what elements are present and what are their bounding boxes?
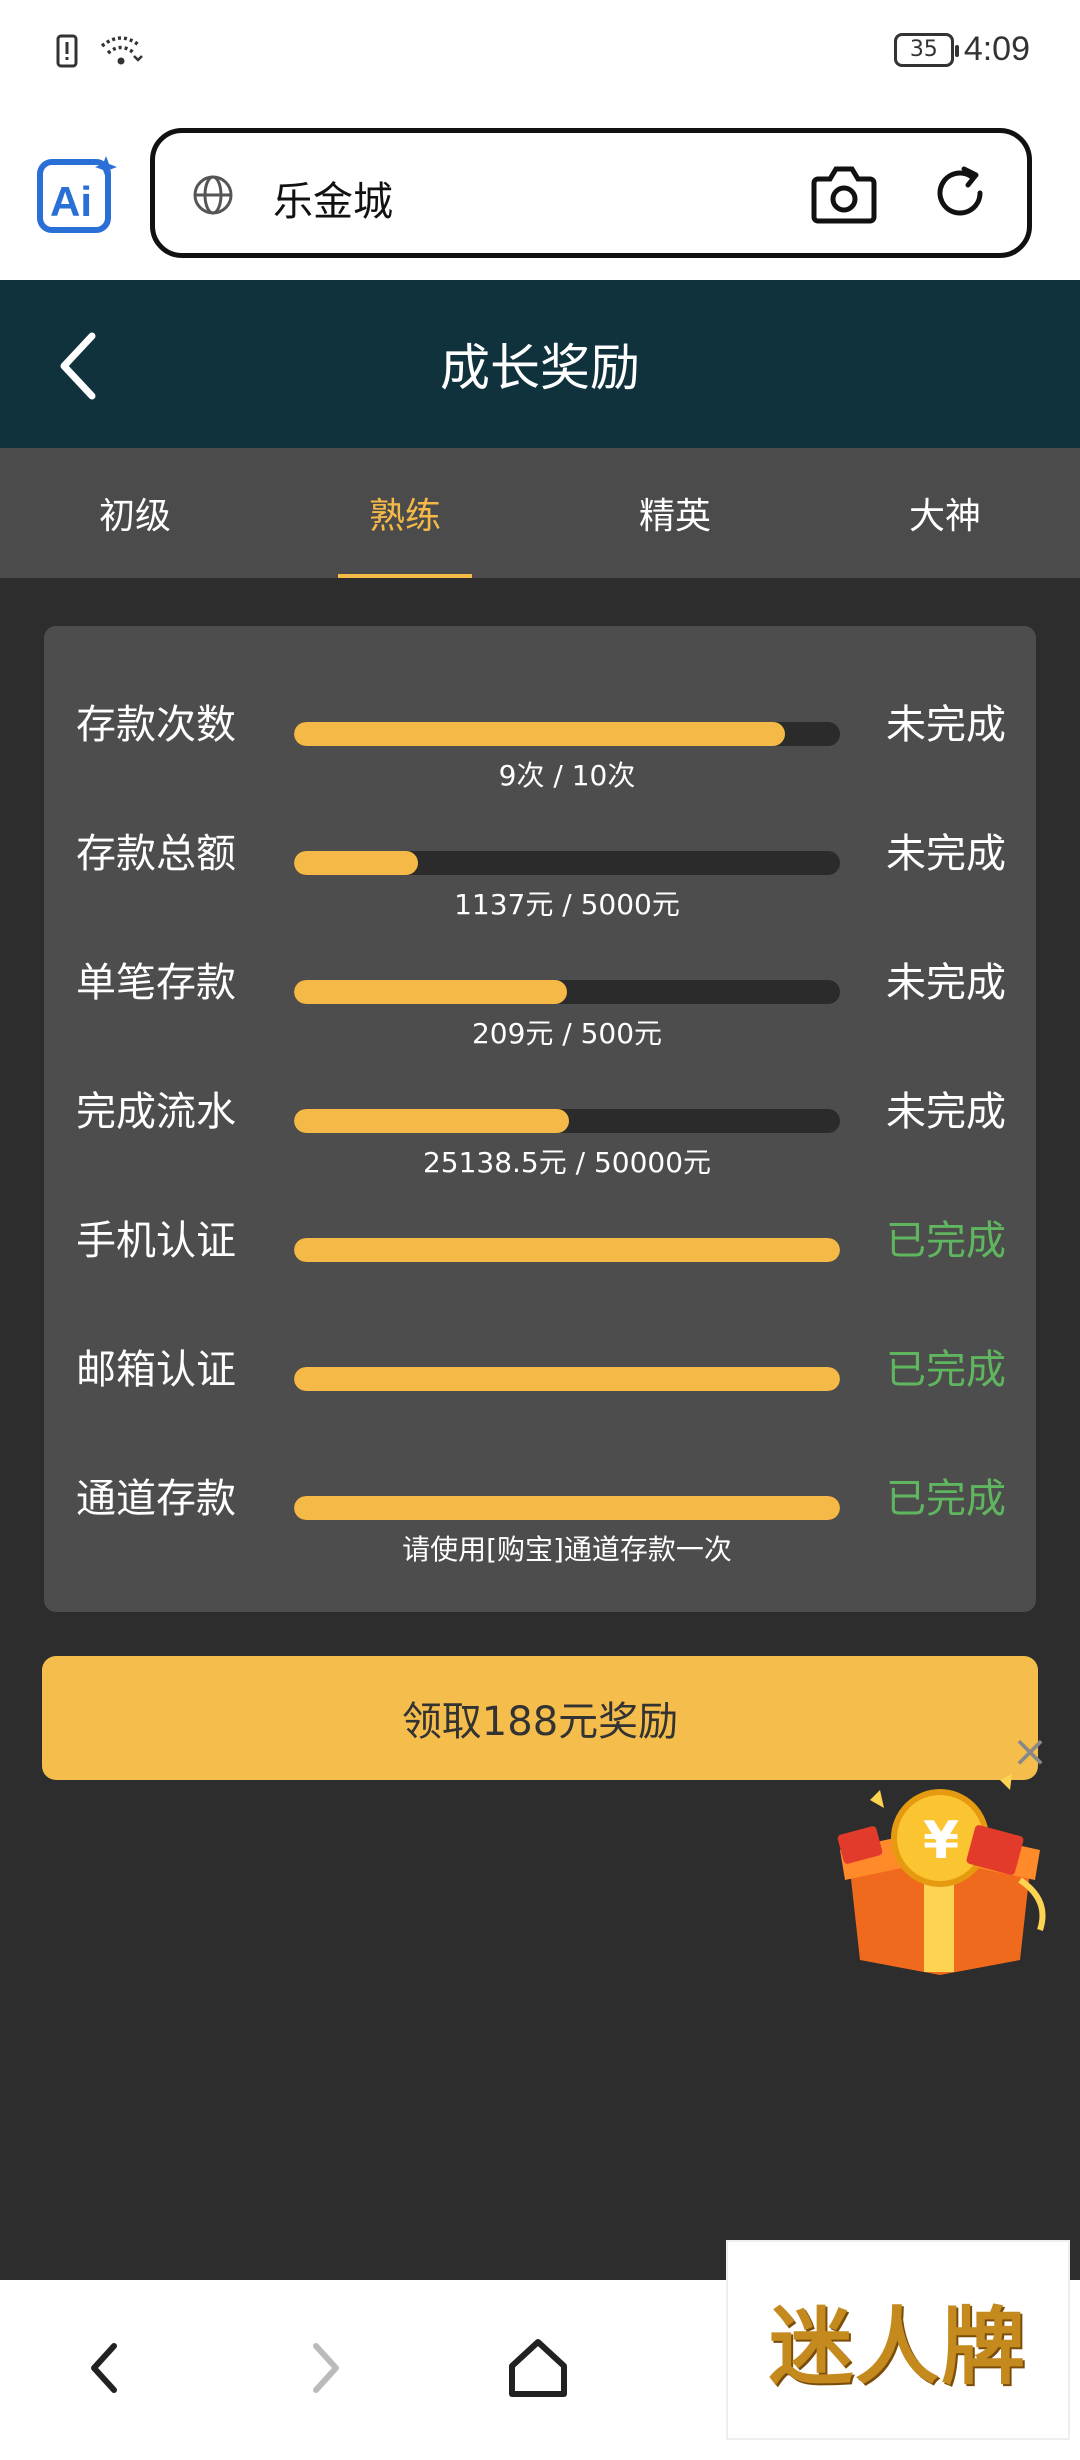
browser-toolbar: Ai 乐金城 bbox=[0, 110, 1080, 280]
camera-icon[interactable] bbox=[810, 163, 878, 225]
status-icons-right: 35 4:09 bbox=[893, 30, 1030, 69]
ad-logo-text: 迷人牌 bbox=[768, 2296, 1027, 2396]
page-title: 成长奖励 bbox=[440, 339, 640, 397]
progress-fill bbox=[294, 1109, 569, 1133]
task-row: 手机认证 已完成 bbox=[44, 1208, 1036, 1328]
progress-bar bbox=[294, 1238, 840, 1262]
level-tabs: 初级 熟练 精英 大神 bbox=[0, 448, 1080, 578]
progress-fill bbox=[294, 1367, 840, 1391]
task-detail: 1137元 / 5000元 bbox=[454, 888, 680, 921]
task-row: 完成流水 未完成 25138.5元 / 50000元 bbox=[44, 1079, 1036, 1199]
task-label: 通道存款 bbox=[76, 1476, 236, 1522]
task-detail: 9次 / 10次 bbox=[498, 759, 636, 792]
battery-icon: 35 bbox=[893, 32, 959, 67]
ad-badge[interactable]: 迷人牌 bbox=[726, 2240, 1070, 2440]
tab-beginner[interactable]: 初级 bbox=[0, 448, 270, 578]
svg-text:Ai: Ai bbox=[50, 178, 92, 225]
status-icons-left bbox=[56, 34, 144, 68]
task-label: 存款总额 bbox=[76, 831, 236, 877]
progress-bar bbox=[294, 851, 840, 875]
nav-forward-icon[interactable] bbox=[306, 2340, 346, 2396]
url-text[interactable]: 乐金城 bbox=[273, 169, 393, 227]
task-row: 存款总额 未完成 1137元 / 5000元 bbox=[44, 821, 1036, 941]
progress-bar bbox=[294, 1367, 840, 1391]
nav-back-icon[interactable] bbox=[84, 2340, 124, 2396]
svg-text:¥: ¥ bbox=[923, 1811, 959, 1871]
task-detail: 请使用[购宝]通道存款一次 bbox=[402, 1533, 732, 1566]
wifi-icon bbox=[100, 36, 143, 65]
tab-skilled[interactable]: 熟练 bbox=[270, 448, 540, 578]
task-row: 通道存款 已完成 请使用[购宝]通道存款一次 bbox=[44, 1466, 1036, 1586]
address-bar[interactable]: 乐金城 bbox=[150, 128, 1032, 258]
progress-fill bbox=[294, 851, 418, 875]
status-bar: 35 4:09 bbox=[0, 0, 1080, 110]
globe-icon bbox=[193, 175, 233, 215]
progress-bar bbox=[294, 1109, 840, 1133]
alert-icon bbox=[56, 34, 78, 68]
tab-master[interactable]: 大神 bbox=[810, 448, 1080, 578]
battery-level: 35 bbox=[909, 37, 938, 62]
task-status: 未完成 bbox=[886, 702, 1006, 748]
task-label: 单笔存款 bbox=[76, 960, 236, 1006]
progress-fill bbox=[294, 1238, 840, 1262]
progress-fill bbox=[294, 722, 786, 746]
task-status: 已完成 bbox=[886, 1476, 1006, 1522]
task-card: 存款次数 未完成 9次 / 10次 存款总额 未完成 1137元 / 5000元… bbox=[44, 626, 1036, 1612]
task-status: 已完成 bbox=[886, 1347, 1006, 1393]
progress-fill bbox=[294, 980, 567, 1004]
page-header: 成长奖励 bbox=[0, 280, 1080, 448]
task-label: 存款次数 bbox=[76, 702, 236, 748]
progress-bar bbox=[294, 980, 840, 1004]
task-status: 未完成 bbox=[886, 831, 1006, 877]
progress-fill bbox=[294, 1496, 840, 1520]
task-row: 存款次数 未完成 9次 / 10次 bbox=[44, 692, 1036, 812]
clock-time: 4:09 bbox=[963, 30, 1030, 68]
task-label: 邮箱认证 bbox=[76, 1347, 236, 1393]
task-status: 未完成 bbox=[886, 1089, 1006, 1135]
task-label: 手机认证 bbox=[76, 1218, 236, 1264]
task-label: 完成流水 bbox=[76, 1089, 236, 1135]
task-status: 已完成 bbox=[886, 1218, 1006, 1264]
task-detail: 25138.5元 / 50000元 bbox=[422, 1146, 712, 1179]
task-row: 邮箱认证 已完成 bbox=[44, 1337, 1036, 1457]
tab-elite[interactable]: 精英 bbox=[540, 448, 810, 578]
progress-bar bbox=[294, 1496, 840, 1520]
task-row: 单笔存款 未完成 209元 / 500元 bbox=[44, 950, 1036, 1070]
ai-assistant-icon[interactable]: Ai bbox=[36, 154, 118, 236]
gift-box-icon[interactable]: ¥ bbox=[820, 1760, 1060, 1980]
reload-icon[interactable] bbox=[930, 163, 990, 223]
task-status: 未完成 bbox=[886, 960, 1006, 1006]
task-detail: 209元 / 500元 bbox=[471, 1017, 663, 1050]
home-icon[interactable] bbox=[506, 2336, 570, 2400]
progress-bar bbox=[294, 722, 840, 746]
